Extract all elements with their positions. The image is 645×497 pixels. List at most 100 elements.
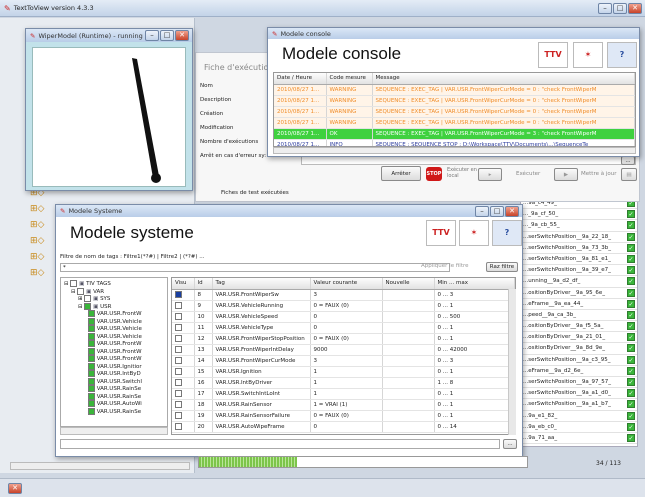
tag-new-value-cell[interactable]	[382, 355, 435, 367]
maximize-icon[interactable]: □	[490, 206, 504, 217]
tag-row[interactable]: 11 VAR.USR.VehicleType 0 0 ... 1	[172, 322, 515, 334]
check-icon[interactable]: ✓	[627, 389, 635, 398]
visu-checkbox[interactable]	[175, 379, 182, 386]
help-icon[interactable]: ?	[607, 42, 637, 68]
check-icon[interactable]: ✓	[627, 422, 635, 431]
check-icon[interactable]: ✓	[627, 411, 635, 420]
side-list-item[interactable]: ...ositionByDriver__9a_95_6e_ ✓	[521, 288, 637, 299]
close-icon[interactable]: ✕	[628, 3, 642, 14]
tag-new-value-cell[interactable]	[382, 399, 435, 411]
check-icon[interactable]: ✓	[627, 366, 635, 375]
exec-more-button[interactable]: ...	[621, 156, 635, 165]
side-list-item[interactable]: ...serSwitchPosition__9a_39_e7_ ✓	[521, 265, 637, 277]
tree-item[interactable]: VAR.USR.FrontW	[88, 310, 164, 318]
tag-new-value-cell[interactable]	[382, 377, 435, 389]
mettre-a-jour-button[interactable]: ▤	[621, 168, 637, 181]
check-icon[interactable]: ✓	[627, 433, 635, 442]
check-icon[interactable]: ✓	[627, 277, 635, 286]
side-list-item[interactable]: ...serSwitchPosition__9a_c3_95_ ✓	[521, 355, 637, 366]
side-list-item[interactable]: ...serSwitchPosition__9a_81_e1_ ✓	[521, 254, 637, 266]
side-list-item[interactable]: ...9a_e1_82_ ✓	[521, 411, 637, 422]
tag-row[interactable]: 10 VAR.USR.VehicleSpeed 0 0 ... 500	[172, 311, 515, 323]
tree-item[interactable]: VAR.USR.Vehicle	[88, 332, 164, 341]
filter-input[interactable]	[60, 263, 450, 272]
tree-item[interactable]: VAR.USR.FrontW	[88, 355, 164, 363]
side-list-item[interactable]: ...serSwitchPosition__9a_97_57_ ✓	[521, 377, 637, 389]
check-icon[interactable]: ✓	[627, 266, 635, 275]
console-col-message[interactable]: Message	[372, 73, 635, 85]
close-icon[interactable]: ✕	[505, 206, 519, 217]
tag-new-value-cell[interactable]	[382, 388, 435, 400]
console-row[interactable]: 2010/08/27 1... WARNING SEQUENCE : EXEC_TA…	[274, 106, 635, 118]
visu-checkbox[interactable]	[175, 412, 182, 419]
tag-row[interactable]: 20 VAR.USR.AutoWipeFrame 0 0 ... 14	[172, 421, 515, 433]
side-list-item[interactable]: ...eFrame__9a_ea_44_ ✓	[521, 299, 637, 310]
tag-table-scrollbar[interactable]	[508, 289, 516, 435]
console-col-code[interactable]: Code mesure	[326, 73, 373, 85]
side-list-item[interactable]: ...serSwitchPosition__9a_a1_b7_ ✓	[521, 399, 637, 411]
col-visu[interactable]: Visu	[172, 278, 195, 290]
tag-new-value-cell[interactable]	[382, 300, 435, 312]
tree-item[interactable]: VAR.USR.Vehicle	[88, 325, 164, 333]
raz-filter-button[interactable]: Raz filtre	[486, 262, 518, 272]
executer-local-button[interactable]: ▸	[478, 168, 502, 181]
check-icon[interactable]: ✓	[627, 288, 635, 297]
tag-new-value-cell[interactable]	[382, 410, 435, 422]
console-scrollbar[interactable]	[273, 147, 636, 154]
check-icon[interactable]: ✓	[627, 333, 635, 342]
console-row[interactable]: 2010/08/27 1... WARNING SEQUENCE : EXEC_TA…	[274, 95, 635, 107]
side-list-item[interactable]: ...ositionByDriver__9a_f5_5a_ ✓	[521, 321, 637, 333]
visu-checkbox[interactable]	[175, 291, 182, 298]
side-list-item[interactable]: ...serSwitchPosition__9a_73_3b_ ✓	[521, 243, 637, 254]
console-row[interactable]: 2010/08/27 1... OK SEQUENCE : EXEC_TAG | V…	[274, 128, 635, 140]
tree-item[interactable]: VAR.USR.Ignitior	[88, 362, 164, 371]
tree-item[interactable]: VAR.USR.RainSe	[88, 385, 164, 393]
tree-sys[interactable]: ⊞ ▣ SYS	[64, 295, 164, 303]
tag-new-value-cell[interactable]	[382, 289, 435, 301]
side-list-item[interactable]: ...eFrame__9a_d2_6e_ ✓	[521, 366, 637, 377]
check-icon[interactable]: ✓	[627, 254, 635, 263]
side-list-item[interactable]: ...serSwitchPosition__9a_a1_d0_ ✓	[521, 388, 637, 400]
col-nouvelle[interactable]: Nouvelle	[382, 278, 435, 290]
tag-row[interactable]: 12 VAR.USR.FrontWiperStopPosition 0 = FAUX…	[172, 333, 515, 345]
tree-item[interactable]: VAR.USR.IntByD	[88, 370, 164, 378]
visu-checkbox[interactable]	[175, 313, 182, 320]
side-list-item[interactable]: ...9a_71_aa_ ✓	[521, 433, 637, 445]
exec-field-bar[interactable]	[301, 156, 636, 165]
tree-item[interactable]: VAR.USR.RainSe	[88, 392, 164, 401]
status-more-button[interactable]: ...	[503, 439, 517, 449]
visu-checkbox[interactable]	[175, 390, 182, 397]
check-icon[interactable]: ✓	[627, 299, 635, 308]
tag-row[interactable]: 14 VAR.USR.FrontWiperCurMode 3 0 ... 3	[172, 355, 515, 367]
side-list-item[interactable]: ...peed__9a_ca_3b_ ✓	[521, 310, 637, 322]
left-scrollbar[interactable]	[10, 462, 190, 470]
help-icon[interactable]: ?	[492, 220, 522, 246]
visu-checkbox[interactable]	[175, 423, 182, 430]
tree-var[interactable]: ⊟ ▣ VAR	[64, 287, 164, 296]
minimize-icon[interactable]: –	[598, 3, 612, 14]
tree-item[interactable]: VAR.USR.RainSe	[88, 407, 164, 416]
visu-checkbox[interactable]	[175, 401, 182, 408]
tag-new-value-cell[interactable]	[382, 311, 435, 323]
visu-checkbox[interactable]	[175, 324, 182, 331]
tag-row[interactable]: 18 VAR.USR.RainSensor 1 = VRAI (1) 0 ... 1	[172, 399, 515, 411]
tree-root[interactable]: ⊟ ▣ TIV TAGS	[64, 280, 164, 288]
tag-row[interactable]: 16 VAR.USR.IntByDriver 1 1 ... 8	[172, 377, 515, 389]
check-icon[interactable]: ✓	[627, 210, 635, 219]
col-tag[interactable]: Tag	[212, 278, 311, 290]
tag-row[interactable]: 19 VAR.USR.RainSensorFailure 0 = FAUX (0) 0…	[172, 410, 515, 422]
close-icon[interactable]: ✕	[8, 483, 22, 494]
tag-new-value-cell[interactable]	[382, 421, 435, 433]
arreter-button[interactable]: Arrêter	[381, 166, 421, 181]
check-icon[interactable]: ✓	[627, 355, 635, 364]
minimize-icon[interactable]: –	[145, 30, 159, 41]
visu-checkbox[interactable]	[175, 346, 182, 353]
tag-new-value-cell[interactable]	[382, 322, 435, 334]
tree-item[interactable]: VAR.USR.FrontW	[88, 340, 164, 348]
visu-checkbox[interactable]	[175, 357, 182, 364]
console-col-date[interactable]: Date / Heure	[274, 73, 327, 85]
tag-row[interactable]: 17 VAR.USR.SwitchIntLoInt 1 0 ... 1	[172, 388, 515, 400]
tree-item[interactable]: VAR.USR.Vehicle	[88, 317, 164, 326]
tree-item[interactable]: VAR.USR.FrontW	[88, 347, 164, 356]
side-list-item[interactable]: ...serSwitchPosition__9a_22_18_ ✓	[521, 232, 637, 243]
